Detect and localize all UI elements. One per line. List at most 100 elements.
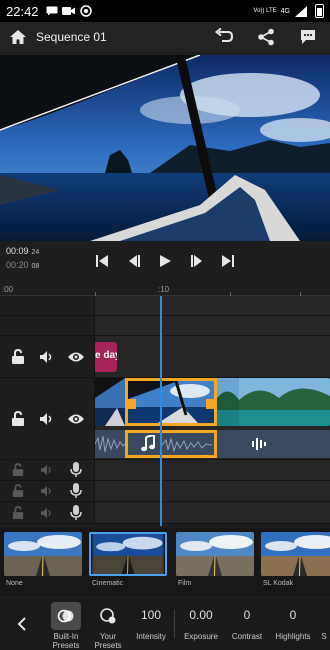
audio-track-header — [0, 481, 95, 501]
filter-label: Cinematic — [92, 580, 124, 587]
volume-icon[interactable] — [37, 460, 57, 480]
title-clip[interactable]: e day — [95, 342, 117, 372]
unlock-icon[interactable] — [8, 460, 28, 480]
built-in-presets-button[interactable]: Built-In Presets — [44, 598, 88, 650]
trim-handle-left[interactable] — [128, 399, 136, 409]
toolbar-label: Intensity — [136, 632, 166, 641]
toolbar-label: Highlights — [275, 632, 311, 641]
selected-audio-clip[interactable] — [125, 430, 217, 458]
total-frames: 08 — [31, 263, 40, 270]
filter-none[interactable] — [4, 532, 82, 576]
step-forward-icon[interactable] — [187, 251, 207, 271]
presets-icon — [51, 602, 81, 630]
audio-track-header — [0, 460, 95, 480]
volume-icon[interactable] — [37, 347, 57, 367]
video-clip[interactable] — [239, 378, 330, 426]
highlights-value: 0 — [289, 608, 297, 622]
audio-track — [0, 481, 330, 502]
intensity-control[interactable]: 100 Intensity — [130, 598, 172, 650]
empty-track-row — [0, 296, 330, 316]
status-bar: 22:42 Vo)) LTE 4G — [0, 0, 330, 22]
user-presets-icon — [93, 602, 123, 630]
status-time: 22:42 — [6, 3, 39, 19]
message-icon — [45, 5, 59, 17]
back-button[interactable] — [6, 598, 38, 650]
microphone-icon[interactable] — [66, 481, 86, 501]
skip-to-end-icon[interactable] — [218, 251, 238, 271]
total-timecode: 00:20 08 — [6, 260, 39, 270]
filter-label: SL Kodak — [263, 580, 294, 587]
microphone-icon[interactable] — [66, 503, 86, 523]
title-track: e day — [0, 336, 330, 378]
toolbar-label: Built-In Presets — [52, 632, 80, 650]
top-bar: Sequence 01 — [0, 22, 330, 52]
filter-sl-kodak[interactable] — [261, 532, 330, 576]
title-track-content: e day — [95, 336, 330, 377]
video-clip[interactable] — [217, 378, 239, 426]
playhead[interactable] — [160, 296, 162, 526]
microphone-icon[interactable] — [66, 460, 86, 480]
preview-frame — [0, 55, 330, 241]
unlock-icon[interactable] — [8, 347, 28, 367]
your-presets-button[interactable]: Your Presets — [88, 598, 128, 650]
undo-icon[interactable] — [214, 27, 234, 47]
video-track-header — [0, 378, 95, 459]
track-header — [0, 296, 95, 315]
play-icon[interactable] — [155, 251, 175, 271]
video-preview[interactable] — [0, 55, 330, 241]
timeline-ruler[interactable]: :00 :10 — [0, 282, 330, 296]
track-content — [95, 316, 330, 335]
battery-icon — [315, 4, 324, 18]
intensity-value: 100 — [140, 608, 162, 622]
trim-handle-right[interactable] — [206, 399, 214, 409]
unlock-icon[interactable] — [8, 503, 28, 523]
current-timecode: 00:09 24 — [6, 246, 39, 256]
video-clip[interactable] — [95, 378, 125, 426]
audio-clip[interactable] — [217, 430, 239, 458]
toolbar-divider — [174, 610, 175, 638]
toolbar-label: Contrast — [231, 632, 263, 641]
title-track-header — [0, 336, 95, 377]
unlock-icon[interactable] — [8, 481, 28, 501]
audio-clip[interactable] — [239, 430, 330, 458]
volume-icon[interactable] — [37, 481, 57, 501]
visibility-icon[interactable] — [66, 409, 86, 429]
contrast-control[interactable]: 0 Contrast — [226, 598, 268, 650]
record-icon — [79, 5, 93, 17]
video-track-content — [94, 378, 330, 459]
skip-to-start-icon[interactable] — [92, 251, 112, 271]
filter-cinematic[interactable] — [89, 532, 167, 576]
highlights-control[interactable]: 0 Highlights — [272, 598, 314, 650]
exposure-control[interactable]: 0.00 Exposure — [180, 598, 222, 650]
unlock-icon[interactable] — [8, 409, 28, 429]
comment-icon[interactable] — [298, 27, 318, 47]
volume-icon[interactable] — [37, 503, 57, 523]
empty-track-row — [0, 316, 330, 336]
filter-strip: None Cinematic Film SL Kodak — [0, 528, 330, 596]
audio-track-content — [95, 481, 330, 501]
visibility-icon[interactable] — [66, 347, 86, 367]
total-time: 00:20 — [6, 260, 29, 270]
filter-film[interactable] — [176, 532, 254, 576]
current-frames: 24 — [31, 249, 40, 256]
home-icon[interactable] — [8, 27, 28, 47]
audio-track-header — [0, 502, 95, 523]
music-note-icon — [140, 433, 156, 458]
track-content — [95, 296, 330, 315]
current-time: 00:09 — [6, 246, 29, 256]
audio-clip[interactable] — [94, 430, 126, 458]
transport-controls — [92, 252, 238, 270]
ruler-start-label: :00 — [2, 285, 14, 294]
step-back-icon[interactable] — [124, 251, 144, 271]
contrast-value: 0 — [243, 608, 251, 622]
title-clip-text: e day — [95, 350, 117, 361]
audio-track-content — [95, 460, 330, 480]
selected-video-clip[interactable] — [125, 378, 217, 426]
filter-label: Film — [178, 580, 192, 587]
sequence-title: Sequence 01 — [36, 30, 107, 44]
volume-icon[interactable] — [37, 409, 57, 429]
chevron-left-icon — [17, 617, 26, 631]
share-icon[interactable] — [256, 27, 276, 47]
carrier-label: Vo)) LTE — [253, 8, 277, 14]
next-control[interactable]: S — [318, 598, 330, 650]
